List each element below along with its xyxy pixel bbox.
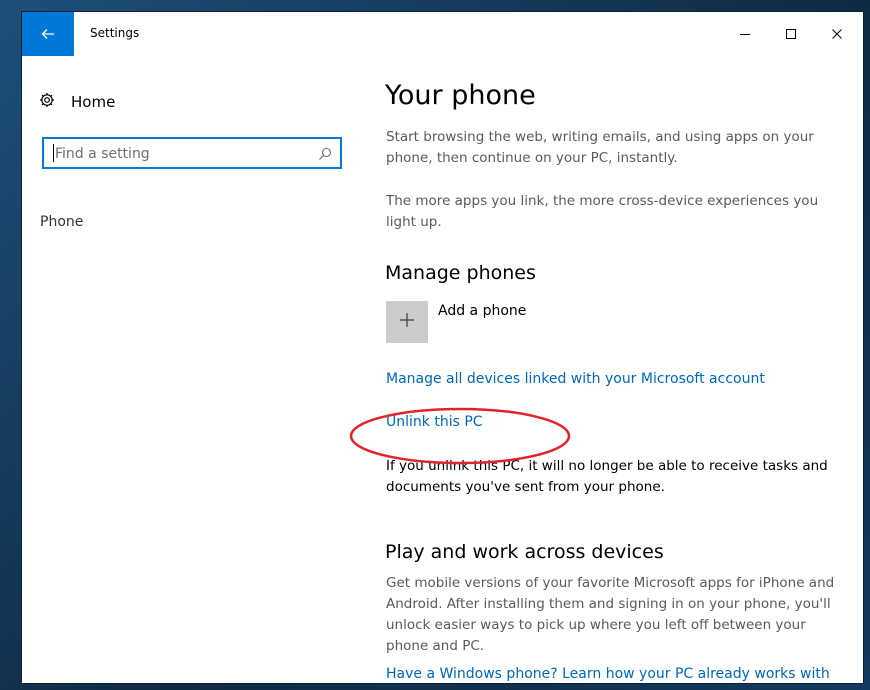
plus-icon [399,312,415,332]
minimize-button[interactable] [722,12,768,56]
text-caret [53,144,54,162]
unlink-description: If you unlink this PC, it will no longer… [386,458,828,495]
arrow-left-icon [41,25,55,44]
close-button[interactable] [814,12,860,56]
manage-devices-link[interactable]: Manage all devices linked with your Micr… [386,371,765,387]
play-work-description: Get mobile versions of your favorite Mic… [386,575,835,654]
unlink-pc-link[interactable]: Unlink this PC [386,414,483,430]
add-phone-label[interactable]: Add a phone [438,303,526,319]
maximize-icon [785,25,797,44]
sidebar-item-phone[interactable]: Phone [40,214,83,230]
title-bar: Settings [22,12,863,56]
settings-window: Settings Home Find a setting Phone Your … [22,12,863,683]
sidebar: Home Phone [22,56,362,683]
maximize-button[interactable] [768,12,814,56]
search-input[interactable] [53,143,307,165]
windows-phone-link[interactable]: Have a Windows phone? Learn how your PC … [386,666,830,682]
intro-text: Start browsing the web, writing emails, … [386,129,814,166]
intro-text-2: The more apps you link, the more cross-d… [386,193,819,230]
manage-phones-heading: Manage phones [385,262,536,284]
gear-icon [39,92,55,112]
page-title: Your phone [385,80,536,111]
close-icon [831,25,843,44]
home-nav-item[interactable]: Home [39,92,115,112]
search-box[interactable] [42,137,342,169]
main-content: Your phone Start browsing the web, writi… [385,56,850,683]
home-label: Home [71,93,116,111]
back-button[interactable] [22,12,74,56]
add-phone-button[interactable] [386,301,428,343]
window-title: Settings [90,26,140,40]
minimize-icon [739,25,751,44]
search-icon[interactable] [318,146,332,165]
play-work-heading: Play and work across devices [385,541,664,563]
